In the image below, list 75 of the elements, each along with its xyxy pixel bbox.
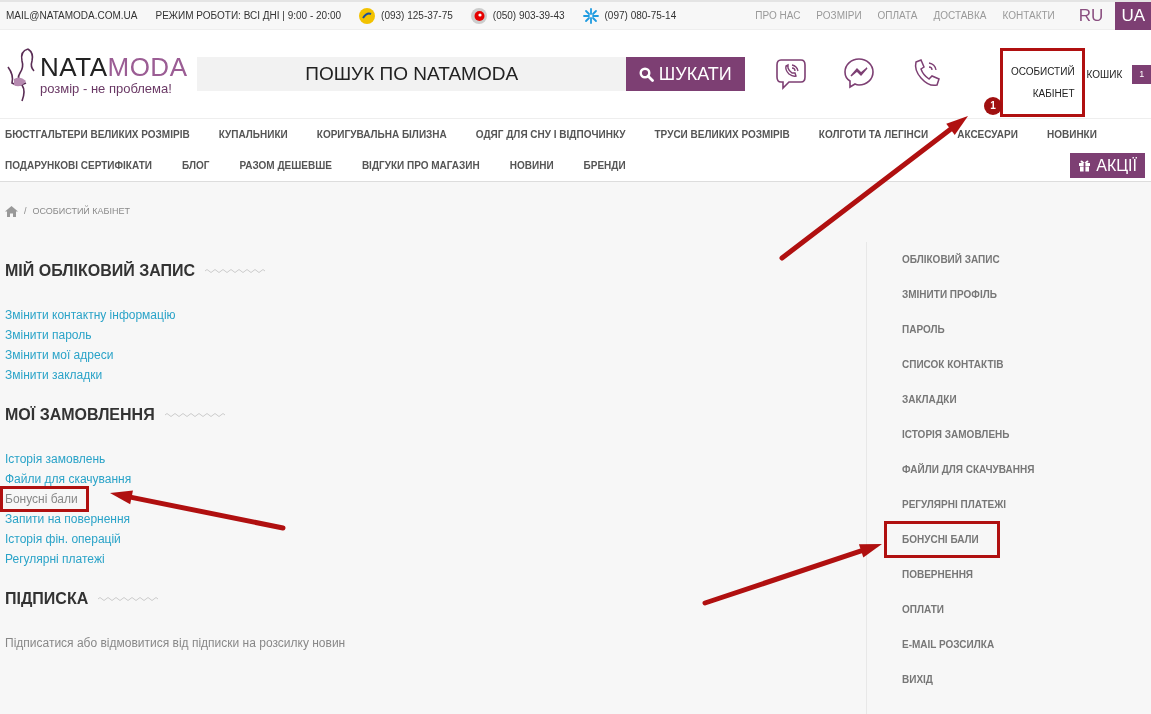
cart-count-badge: 1 (1132, 64, 1151, 84)
sidebar-item[interactable]: ОПЛАТИ (867, 592, 944, 627)
search-button[interactable]: ШУКАТИ (626, 57, 745, 91)
category-link[interactable]: ОДЯГ ДЛЯ СНУ І ВІДПОЧИНКУ (475, 129, 626, 140)
email-text: MAIL@NATAMODA.COM.UA (6, 10, 138, 21)
menu-link[interactable]: НОВИНИ (509, 160, 554, 171)
cart-link[interactable]: КОШИК (1086, 68, 1123, 80)
phone-number: (050) 903-39-43 (492, 10, 565, 21)
messenger-icon[interactable] (842, 57, 875, 89)
section-heading: МОЇ ЗАМОВЛЕННЯ (5, 405, 155, 425)
sidebar-item[interactable]: ЗМІНИТИ ПРОФІЛЬ (867, 277, 997, 312)
search-icon (638, 66, 654, 82)
sidebar-item[interactable]: ФАЙЛИ ДЛЯ СКАЧУВАННЯ (867, 452, 1035, 487)
top-nav-link[interactable]: ОПЛАТА (877, 10, 918, 21)
phone-number: (093) 125-37-75 (381, 10, 453, 21)
promo-button[interactable]: АКЦІЇ (1070, 153, 1145, 178)
account-menu-link[interactable]: Змінити мої адреси (5, 345, 114, 365)
top-nav-link[interactable]: КОНТАКТИ (1002, 10, 1055, 21)
sidebar-item[interactable]: РЕГУЛЯРНІ ПЛАТЕЖІ (867, 487, 1007, 522)
gift-icon (1078, 159, 1092, 172)
operator-logo-icon (359, 7, 376, 24)
sidebar-item[interactable]: ОБЛІКОВИЙ ЗАПИС (867, 242, 1000, 277)
sidebar-item[interactable]: E-MAIL РОЗСИЛКА (867, 627, 995, 662)
account-menu-link[interactable]: Змінити пароль (5, 325, 92, 345)
category-link[interactable]: КУПАЛЬНИКИ (218, 129, 288, 140)
star-logo-icon (582, 7, 599, 24)
breadcrumb-separator: / (24, 206, 27, 216)
account-menu-link[interactable]: Змінити контактну інформацію (5, 305, 176, 325)
top-nav-link[interactable]: ПРО НАС (755, 10, 801, 21)
category-link[interactable]: КОРИГУВАЛЬНА БІЛИЗНА (316, 129, 447, 140)
logo-wordmark[interactable]: NATAMODA (40, 52, 188, 81)
category-link[interactable]: КОЛГОТИ ТА ЛЕГІНСИ (818, 129, 929, 140)
account-menu-link[interactable]: Історія замовлень (5, 449, 106, 469)
wavy-ornament (164, 412, 227, 418)
subscription-link[interactable]: Підписатися або відмовитися від підписки на розсилку новин (5, 633, 346, 653)
sidebar-item[interactable]: ПАРОЛЬ (867, 312, 945, 347)
account-menu-link[interactable]: Запити на повернення (5, 509, 131, 529)
top-nav-link[interactable]: ДОСТАВКА (933, 10, 987, 21)
account-link[interactable]: ОСОБИСТИЙ КАБІНЕТ (999, 48, 1085, 117)
sidebar-item[interactable]: ПОВЕРНЕННЯ (867, 557, 974, 592)
menu-link[interactable]: ПОДАРУНКОВІ СЕРТИФІКАТИ (5, 160, 152, 171)
viber-icon[interactable] (774, 57, 807, 91)
section-heading: МІЙ ОБЛІКОВИЙ ЗАПИС (5, 261, 196, 281)
menu-link[interactable]: БЛОГ (182, 160, 210, 171)
breadcrumb-current: ОСОБИСТИЙ КАБІНЕТ (32, 206, 130, 216)
operator-logo-icon (470, 7, 487, 24)
search-field[interactable]: ПОШУК ПО NATAMODA (197, 57, 627, 91)
step-marker: 1 (984, 97, 1002, 115)
menu-link[interactable]: БРЕНДИ (583, 160, 626, 171)
category-link[interactable]: ТРУСИ ВЕЛИКИХ РОЗМІРІВ (654, 129, 790, 140)
language-switch[interactable]: RU (1072, 1, 1110, 30)
menu-link[interactable]: ВІДГУКИ ПРО МАГАЗИН (361, 160, 480, 171)
sidebar-item[interactable]: БОНУСНІ БАЛИ (884, 521, 1000, 558)
category-link[interactable]: НОВИНКИ (1047, 129, 1097, 140)
menu-link[interactable]: РАЗОМ ДЕШЕВШЕ (239, 160, 332, 171)
section-heading: ПІДПИСКА (5, 589, 89, 609)
language-switch[interactable]: UA (1115, 1, 1151, 30)
top-nav-link[interactable]: РОЗМІРИ (816, 10, 862, 21)
category-link[interactable]: АКСЕСУАРИ (957, 129, 1018, 140)
working-hours: РЕЖИМ РОБОТИ: ВСІ ДНІ | 9:00 - 20:00 (155, 10, 342, 21)
account-menu-link[interactable]: Змінити закладки (5, 365, 103, 385)
phone-number: (097) 080-75-14 (604, 10, 677, 21)
sidebar-item[interactable]: ВИХІД (867, 662, 933, 697)
logo-tagline: розмір - не проблема! (40, 80, 173, 96)
account-menu-link[interactable]: Бонусні бали (0, 486, 89, 512)
wavy-ornament (98, 596, 161, 602)
account-menu-link[interactable]: Історія фін. операцій (5, 529, 121, 549)
category-link[interactable]: БЮСТГАЛЬТЕРИ ВЕЛИКИХ РОЗМІРІВ (5, 129, 190, 140)
account-menu-link[interactable]: Файли для скачування (5, 469, 132, 489)
wavy-ornament (205, 268, 268, 274)
sidebar-item[interactable]: СПИСОК КОНТАКТІВ (867, 347, 1004, 382)
sidebar-item[interactable]: ЗАКЛАДКИ (867, 382, 957, 417)
account-menu-link[interactable]: Регулярні платежі (5, 549, 105, 569)
sidebar-item[interactable]: ІСТОРІЯ ЗАМОВЛЕНЬ (867, 417, 1010, 452)
home-icon[interactable] (5, 205, 18, 217)
